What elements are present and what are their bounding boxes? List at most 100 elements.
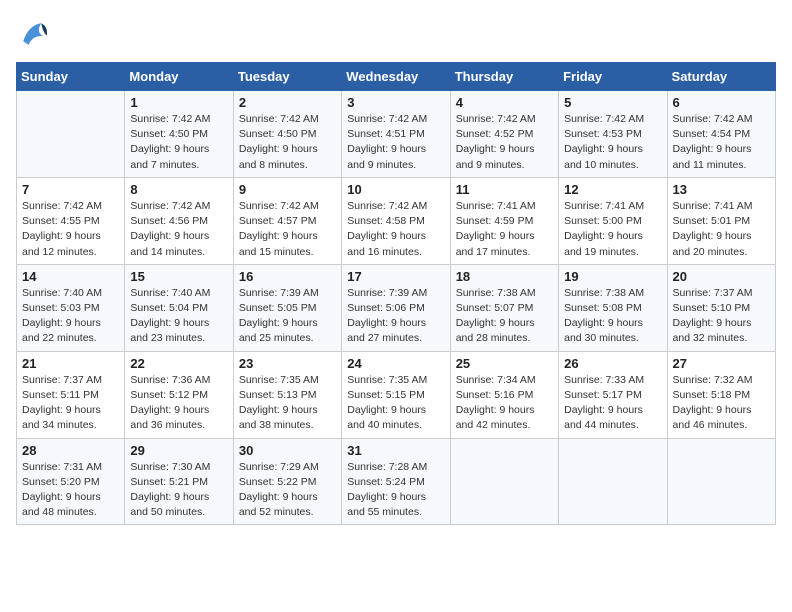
day-number: 4 [456, 95, 553, 110]
day-number: 23 [239, 356, 336, 371]
day-number: 13 [673, 182, 770, 197]
calendar-cell: 9 Sunrise: 7:42 AM Sunset: 4:57 PM Daylig… [233, 177, 341, 264]
calendar-cell [667, 438, 775, 525]
cell-info: Sunrise: 7:29 AM Sunset: 5:22 PM Dayligh… [239, 460, 336, 521]
calendar-cell: 7Sunrise: 7:42 AM Sunset: 4:55 PM Daylig… [17, 177, 125, 264]
cell-info: Sunrise: 7:36 AM Sunset: 5:12 PM Dayligh… [130, 373, 227, 434]
day-number: 15 [130, 269, 227, 284]
calendar-header-row: SundayMondayTuesdayWednesdayThursdayFrid… [17, 63, 776, 91]
day-number: 10 [347, 182, 444, 197]
logo-icon [16, 16, 52, 52]
day-header-wednesday: Wednesday [342, 63, 450, 91]
day-number: 20 [673, 269, 770, 284]
day-number: 31 [347, 443, 444, 458]
day-number: 11 [456, 182, 553, 197]
cell-info: Sunrise: 7:42 AM Sunset: 4:56 PM Dayligh… [130, 199, 227, 260]
calendar-cell: 6 Sunrise: 7:42 AM Sunset: 4:54 PM Daylig… [667, 91, 775, 178]
day-number: 29 [130, 443, 227, 458]
day-number: 5 [564, 95, 661, 110]
day-number: 27 [673, 356, 770, 371]
day-number: 1 [130, 95, 227, 110]
calendar-cell: 16 Sunrise: 7:39 AM Sunset: 5:05 PM Dayli… [233, 264, 341, 351]
cell-info: Sunrise: 7:31 AM Sunset: 5:20 PM Dayligh… [22, 460, 119, 521]
day-number: 3 [347, 95, 444, 110]
cell-info: Sunrise: 7:37 AM Sunset: 5:11 PM Dayligh… [22, 373, 119, 434]
day-number: 21 [22, 356, 119, 371]
calendar-cell: 12 Sunrise: 7:41 AM Sunset: 5:00 PM Dayli… [559, 177, 667, 264]
cell-info: Sunrise: 7:34 AM Sunset: 5:16 PM Dayligh… [456, 373, 553, 434]
calendar-cell: 4 Sunrise: 7:42 AM Sunset: 4:52 PM Daylig… [450, 91, 558, 178]
calendar-cell [17, 91, 125, 178]
cell-info: Sunrise: 7:32 AM Sunset: 5:18 PM Dayligh… [673, 373, 770, 434]
day-number: 19 [564, 269, 661, 284]
calendar-week-3: 14 Sunrise: 7:40 AM Sunset: 5:03 PM Dayli… [17, 264, 776, 351]
calendar-week-5: 28 Sunrise: 7:31 AM Sunset: 5:20 PM Dayli… [17, 438, 776, 525]
calendar-cell: 13Sunrise: 7:41 AM Sunset: 5:01 PM Dayli… [667, 177, 775, 264]
cell-info: Sunrise: 7:35 AM Sunset: 5:13 PM Dayligh… [239, 373, 336, 434]
calendar-cell: 25 Sunrise: 7:34 AM Sunset: 5:16 PM Dayli… [450, 351, 558, 438]
day-number: 25 [456, 356, 553, 371]
cell-info: Sunrise: 7:39 AM Sunset: 5:06 PM Dayligh… [347, 286, 444, 347]
day-number: 2 [239, 95, 336, 110]
day-number: 22 [130, 356, 227, 371]
cell-info: Sunrise: 7:42 AM Sunset: 4:58 PM Dayligh… [347, 199, 444, 260]
cell-info: Sunrise: 7:33 AM Sunset: 5:17 PM Dayligh… [564, 373, 661, 434]
cell-info: Sunrise: 7:38 AM Sunset: 5:08 PM Dayligh… [564, 286, 661, 347]
day-number: 16 [239, 269, 336, 284]
cell-info: Sunrise: 7:41 AM Sunset: 4:59 PM Dayligh… [456, 199, 553, 260]
day-number: 6 [673, 95, 770, 110]
day-number: 8 [130, 182, 227, 197]
calendar-cell: 3 Sunrise: 7:42 AM Sunset: 4:51 PM Daylig… [342, 91, 450, 178]
cell-info: Sunrise: 7:30 AM Sunset: 5:21 PM Dayligh… [130, 460, 227, 521]
calendar-cell: 30Sunrise: 7:29 AM Sunset: 5:22 PM Dayli… [233, 438, 341, 525]
day-number: 17 [347, 269, 444, 284]
calendar-cell: 24Sunrise: 7:35 AM Sunset: 5:15 PM Dayli… [342, 351, 450, 438]
calendar-cell: 11 Sunrise: 7:41 AM Sunset: 4:59 PM Dayli… [450, 177, 558, 264]
calendar-cell: 8 Sunrise: 7:42 AM Sunset: 4:56 PM Daylig… [125, 177, 233, 264]
day-number: 24 [347, 356, 444, 371]
calendar-cell: 20Sunrise: 7:37 AM Sunset: 5:10 PM Dayli… [667, 264, 775, 351]
calendar-cell: 5 Sunrise: 7:42 AM Sunset: 4:53 PM Daylig… [559, 91, 667, 178]
calendar-body: 1 Sunrise: 7:42 AM Sunset: 4:50 PM Daylig… [17, 91, 776, 525]
page-header [16, 16, 776, 52]
calendar-cell: 19 Sunrise: 7:38 AM Sunset: 5:08 PM Dayli… [559, 264, 667, 351]
calendar-cell: 29 Sunrise: 7:30 AM Sunset: 5:21 PM Dayli… [125, 438, 233, 525]
day-number: 28 [22, 443, 119, 458]
cell-info: Sunrise: 7:42 AM Sunset: 4:52 PM Dayligh… [456, 112, 553, 173]
cell-info: Sunrise: 7:42 AM Sunset: 4:54 PM Dayligh… [673, 112, 770, 173]
calendar-cell: 28 Sunrise: 7:31 AM Sunset: 5:20 PM Dayli… [17, 438, 125, 525]
calendar-cell: 21 Sunrise: 7:37 AM Sunset: 5:11 PM Dayli… [17, 351, 125, 438]
day-header-tuesday: Tuesday [233, 63, 341, 91]
day-number: 14 [22, 269, 119, 284]
cell-info: Sunrise: 7:42 AM Sunset: 4:55 PM Dayligh… [22, 199, 119, 260]
day-number: 9 [239, 182, 336, 197]
day-number: 12 [564, 182, 661, 197]
calendar-cell: 10 Sunrise: 7:42 AM Sunset: 4:58 PM Dayli… [342, 177, 450, 264]
cell-info: Sunrise: 7:42 AM Sunset: 4:50 PM Dayligh… [239, 112, 336, 173]
calendar-cell: 2 Sunrise: 7:42 AM Sunset: 4:50 PM Daylig… [233, 91, 341, 178]
calendar-cell: 27 Sunrise: 7:32 AM Sunset: 5:18 PM Dayli… [667, 351, 775, 438]
calendar-cell: 15 Sunrise: 7:40 AM Sunset: 5:04 PM Dayli… [125, 264, 233, 351]
day-header-thursday: Thursday [450, 63, 558, 91]
calendar-cell [450, 438, 558, 525]
day-header-sunday: Sunday [17, 63, 125, 91]
day-header-friday: Friday [559, 63, 667, 91]
day-header-saturday: Saturday [667, 63, 775, 91]
day-number: 18 [456, 269, 553, 284]
calendar-table: SundayMondayTuesdayWednesdayThursdayFrid… [16, 62, 776, 525]
calendar-cell: 23 Sunrise: 7:35 AM Sunset: 5:13 PM Dayli… [233, 351, 341, 438]
cell-info: Sunrise: 7:42 AM Sunset: 4:51 PM Dayligh… [347, 112, 444, 173]
calendar-week-2: 7Sunrise: 7:42 AM Sunset: 4:55 PM Daylig… [17, 177, 776, 264]
cell-info: Sunrise: 7:40 AM Sunset: 5:03 PM Dayligh… [22, 286, 119, 347]
calendar-cell: 18Sunrise: 7:38 AM Sunset: 5:07 PM Dayli… [450, 264, 558, 351]
calendar-cell: 31Sunrise: 7:28 AM Sunset: 5:24 PM Dayli… [342, 438, 450, 525]
cell-info: Sunrise: 7:41 AM Sunset: 5:00 PM Dayligh… [564, 199, 661, 260]
calendar-week-4: 21 Sunrise: 7:37 AM Sunset: 5:11 PM Dayli… [17, 351, 776, 438]
cell-info: Sunrise: 7:39 AM Sunset: 5:05 PM Dayligh… [239, 286, 336, 347]
calendar-cell [559, 438, 667, 525]
cell-info: Sunrise: 7:42 AM Sunset: 4:57 PM Dayligh… [239, 199, 336, 260]
cell-info: Sunrise: 7:42 AM Sunset: 4:53 PM Dayligh… [564, 112, 661, 173]
day-header-monday: Monday [125, 63, 233, 91]
calendar-cell: 22 Sunrise: 7:36 AM Sunset: 5:12 PM Dayli… [125, 351, 233, 438]
cell-info: Sunrise: 7:40 AM Sunset: 5:04 PM Dayligh… [130, 286, 227, 347]
